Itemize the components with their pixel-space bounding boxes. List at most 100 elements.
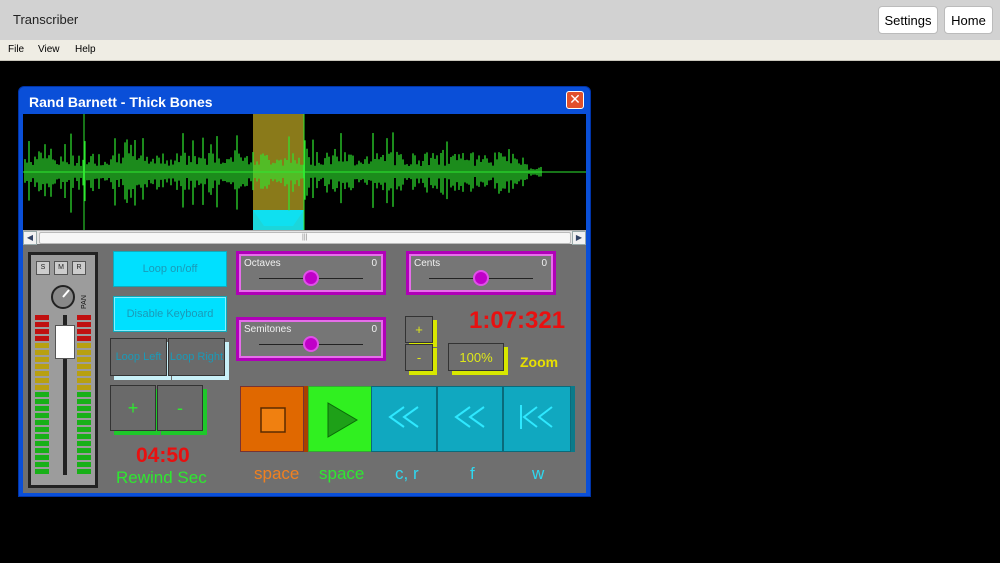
pan-label: PAN [81, 295, 88, 309]
meter-led [77, 420, 91, 425]
zoom-out-button[interactable]: - [405, 344, 433, 371]
meter-led [35, 413, 49, 418]
meter-led [77, 406, 91, 411]
semitones-value: 0 [371, 324, 377, 335]
play-icon [327, 402, 358, 438]
zoom-in-button[interactable]: + [405, 316, 433, 343]
meter-led [35, 322, 49, 327]
volume-fader-handle[interactable] [55, 325, 75, 359]
menu-view[interactable]: View [38, 44, 60, 55]
stop-hotkey-label: space [254, 464, 300, 483]
meter-led [35, 385, 49, 390]
zoom-label: Zoom [520, 354, 559, 370]
go-to-start-button[interactable] [503, 386, 571, 452]
meter-led [35, 315, 49, 320]
semitones-label: Semitones [244, 324, 292, 335]
meter-led [77, 322, 91, 327]
mixer-strip: S M R PAN [28, 252, 98, 488]
octaves-control: Octaves 0 [236, 251, 386, 295]
meter-led [35, 469, 49, 474]
disable-keyboard-button[interactable]: Disable Keyboard [113, 296, 227, 332]
stop-button[interactable] [240, 386, 304, 452]
level-meter-left [35, 315, 49, 476]
loop-toggle-button[interactable]: Loop on/off [113, 251, 227, 287]
grip-icon: ||| [302, 234, 308, 241]
loop-left-button[interactable]: Loop Left [110, 338, 167, 376]
skip-to-start-icon [520, 405, 553, 429]
scroll-right-icon[interactable]: ▶ [572, 231, 586, 245]
meter-led [77, 399, 91, 404]
waveform-display[interactable] [23, 114, 586, 230]
horizontal-scrollbar[interactable]: ◀ ||| ▶ [23, 230, 586, 245]
meter-led [77, 392, 91, 397]
double-chevron-left-icon [388, 406, 419, 428]
pan-knob[interactable] [51, 285, 75, 309]
meter-led [35, 343, 49, 348]
player-window: Rand Barnett - Thick Bones ✕ ◀ ||| ▶ S M… [18, 86, 591, 497]
meter-led [77, 343, 91, 348]
stop-icon [260, 407, 286, 433]
meter-led [77, 329, 91, 334]
meter-led [35, 392, 49, 397]
settings-button[interactable]: Settings [878, 6, 938, 34]
meter-led [77, 371, 91, 376]
meter-led [35, 455, 49, 460]
scroll-thumb[interactable]: ||| [39, 232, 571, 244]
rewind-button[interactable] [437, 386, 503, 452]
meter-led [35, 329, 49, 334]
menu-help[interactable]: Help [75, 44, 96, 55]
zoom-level-display[interactable]: 100% [448, 343, 504, 371]
home-button[interactable]: Home [944, 6, 993, 34]
cents-label: Cents [414, 258, 441, 269]
window-body: ◀ ||| ▶ S M R PAN Loop on/off Disable Ke… [23, 114, 586, 493]
meter-led [77, 357, 91, 362]
meter-led [35, 434, 49, 439]
meter-led [35, 462, 49, 467]
meter-led [35, 399, 49, 404]
meter-led [35, 371, 49, 376]
meter-led [77, 364, 91, 369]
waveform-svg [23, 114, 586, 230]
meter-led [77, 462, 91, 467]
menu-file[interactable]: File [8, 44, 24, 55]
rewind-fast-button[interactable] [371, 386, 437, 452]
scroll-left-icon[interactable]: ◀ [23, 231, 37, 245]
meter-led [35, 350, 49, 355]
record-button[interactable]: R [72, 261, 86, 275]
menu-bar: File View Help [0, 40, 1000, 61]
close-icon[interactable]: ✕ [566, 91, 584, 109]
octaves-label: Octaves [244, 258, 281, 269]
meter-led [77, 336, 91, 341]
meter-led [77, 455, 91, 460]
rewind-seconds-label: Rewind Sec [116, 468, 207, 487]
semitones-slider-thumb[interactable] [303, 336, 319, 352]
semitones-control: Semitones 0 [236, 317, 386, 361]
mute-button[interactable]: M [54, 261, 68, 275]
play-hotkey-label: space [319, 464, 365, 483]
meter-led [77, 434, 91, 439]
octaves-slider-thumb[interactable] [303, 270, 319, 286]
app-title: Transcriber [13, 12, 79, 27]
meter-led [35, 357, 49, 362]
cents-slider-thumb[interactable] [473, 270, 489, 286]
rewind-plus-button[interactable]: + [110, 385, 156, 431]
meter-led [77, 385, 91, 390]
rewind-minus-button[interactable]: - [157, 385, 203, 431]
rewind-hotkey-label: f [470, 464, 475, 483]
meter-led [35, 364, 49, 369]
meter-led [77, 413, 91, 418]
play-button[interactable] [308, 386, 372, 452]
selection-handle-base[interactable] [253, 210, 304, 230]
cents-value: 0 [541, 258, 547, 269]
meter-led [77, 378, 91, 383]
solo-button[interactable]: S [36, 261, 50, 275]
meter-led [77, 427, 91, 432]
window-title: Rand Barnett - Thick Bones [29, 94, 213, 110]
rewind-fast-hotkey-label: c, r [395, 464, 419, 483]
rewind-seconds-value: 04:50 [136, 444, 190, 467]
meter-led [77, 448, 91, 453]
start-hotkey-label: w [532, 464, 545, 483]
meter-led [77, 350, 91, 355]
meter-led [35, 448, 49, 453]
loop-right-button[interactable]: Loop Right [168, 338, 225, 376]
